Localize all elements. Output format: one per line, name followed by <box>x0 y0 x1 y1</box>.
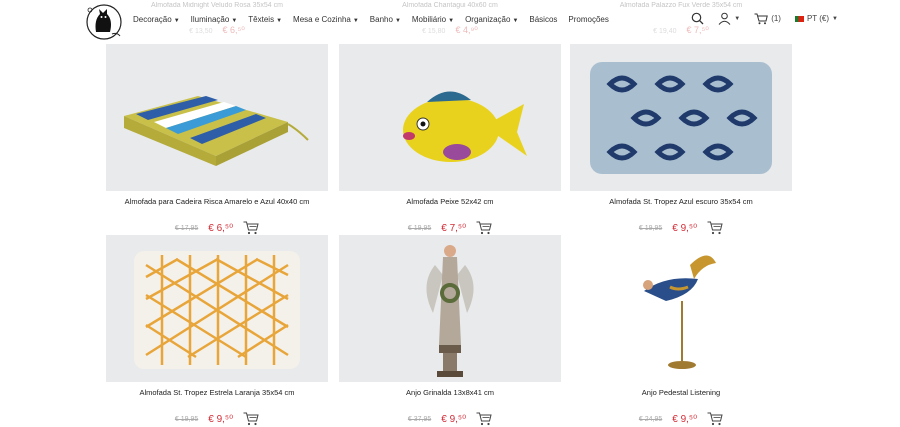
price: € 9,⁵⁰ <box>208 413 234 425</box>
product-price-row: € 24,95 € 9,⁵⁰ <box>570 412 792 426</box>
nav-banho[interactable]: Banho ▼ <box>370 15 401 24</box>
angel-pedestal-figure-icon <box>643 255 716 369</box>
product-price-row: € 19,95 € 7,⁵⁰ <box>339 221 561 235</box>
price: € 9,⁵⁰ <box>672 413 698 425</box>
nav-iluminacao[interactable]: Iluminação ▼ <box>191 15 238 24</box>
product-card[interactable]: Almofada St. Tropez Azul escuro 35x54 cm… <box>570 44 792 235</box>
add-to-cart-icon[interactable] <box>243 221 259 235</box>
product-image[interactable] <box>339 235 561 382</box>
header-tools: ▼ (1) PT (€) ▼ <box>691 12 838 25</box>
product-image[interactable] <box>106 44 328 191</box>
nav-label: Decoração <box>133 15 172 24</box>
product-price-row: € 19,95 € 9,⁵⁰ <box>570 221 792 235</box>
product-name[interactable]: Anjo Grinalda 13x8x41 cm <box>339 388 561 400</box>
product-card[interactable]: Almofada para Cadeira Risca Amarelo e Az… <box>106 44 328 235</box>
chevron-down-icon: ▼ <box>734 15 741 22</box>
nav-organizacao[interactable]: Organização ▼ <box>465 15 518 24</box>
product-image[interactable] <box>570 44 792 191</box>
caret-down-icon: ▼ <box>448 18 455 24</box>
caret-down-icon: ▼ <box>231 18 238 24</box>
site-header: Decoração ▼ Iluminação ▼ Têxteis ▼ Mesa e C… <box>0 0 900 42</box>
nav-label: Organização <box>465 15 511 24</box>
product-card[interactable]: Anjo Grinalda 13x8x41 cm € 37,95 € 9,⁵⁰ <box>339 235 561 426</box>
main-nav: Decoração ▼ Iluminação ▼ Têxteis ▼ Mesa e C… <box>133 15 609 24</box>
product-price-row: € 19,95 € 9,⁵⁰ <box>106 412 328 426</box>
add-to-cart-icon[interactable] <box>707 412 723 426</box>
search-button[interactable] <box>691 12 704 25</box>
chevron-down-icon: ▼ <box>832 15 838 22</box>
language-selector[interactable]: PT (€) ▼ <box>794 14 838 23</box>
add-to-cart-icon[interactable] <box>476 412 492 426</box>
nav-label: Banho <box>369 15 393 24</box>
old-price: € 19,95 <box>407 224 432 232</box>
nav-promocoes[interactable]: Promoções <box>568 15 608 24</box>
product-card[interactable]: Almofada Peixe 52x42 cm € 19,95 € 7,⁵⁰ <box>339 44 561 235</box>
old-price: € 24,95 <box>638 415 663 423</box>
product-price-row: € 37,95 € 9,⁵⁰ <box>339 412 561 426</box>
angel-wreath-figure-icon <box>426 245 474 377</box>
product-name[interactable]: Almofada para Cadeira Risca Amarelo e Az… <box>106 197 328 209</box>
nav-label: Mesa e Cozinha <box>293 15 351 24</box>
caret-down-icon: ▼ <box>512 18 519 24</box>
product-image[interactable] <box>339 44 561 191</box>
product-name[interactable]: Almofada St. Tropez Estrela Laranja 35x5… <box>106 388 328 400</box>
orange-star-cushion-icon <box>134 251 300 369</box>
price: € 7,⁵⁰ <box>441 222 467 234</box>
cat-logo-icon[interactable] <box>82 2 126 42</box>
language-label: PT (€) <box>806 14 830 23</box>
product-image[interactable] <box>570 235 792 382</box>
portugal-flag-icon <box>794 15 804 22</box>
caret-down-icon: ▼ <box>276 18 283 24</box>
nav-label: Têxteis <box>248 15 275 24</box>
yellow-blue-striped-cushion-icon <box>124 96 309 166</box>
product-card[interactable]: Almofada St. Tropez Estrela Laranja 35x5… <box>106 235 328 426</box>
nav-label: Iluminação <box>190 15 230 24</box>
product-name[interactable]: Almofada St. Tropez Azul escuro 35x54 cm <box>570 197 792 209</box>
add-to-cart-icon[interactable] <box>707 221 723 235</box>
nav-label: Mobiliário <box>411 15 447 24</box>
account-button[interactable]: ▼ <box>718 12 740 25</box>
product-name[interactable]: Almofada Peixe 52x42 cm <box>339 197 561 209</box>
product-card[interactable]: Anjo Pedestal Listening € 24,95 € 9,⁵⁰ <box>570 235 792 426</box>
search-icon <box>691 12 704 25</box>
nav-mobiliario[interactable]: Mobiliário ▼ <box>412 15 454 24</box>
nav-mesa-cozinha[interactable]: Mesa e Cozinha ▼ <box>293 15 359 24</box>
cart-icon <box>754 13 769 24</box>
product-name[interactable]: Anjo Pedestal Listening <box>570 388 792 400</box>
blue-pattern-cushion-icon <box>590 62 772 174</box>
caret-down-icon: ▼ <box>394 18 401 24</box>
nav-label: Básicos <box>529 15 558 24</box>
fish-cushion-icon <box>403 91 527 162</box>
nav-decoracao[interactable]: Decoração ▼ <box>133 15 180 24</box>
user-icon <box>718 12 731 25</box>
price: € 6,⁵⁰ <box>208 222 234 234</box>
add-to-cart-icon[interactable] <box>476 221 492 235</box>
price: € 9,⁵⁰ <box>672 222 698 234</box>
old-price: € 19,95 <box>638 224 663 232</box>
old-price: € 19,95 <box>174 415 199 423</box>
old-price: € 37,95 <box>407 415 432 423</box>
caret-down-icon: ▼ <box>173 18 180 24</box>
product-price-row: € 17,95 € 6,⁵⁰ <box>106 221 328 235</box>
add-to-cart-icon[interactable] <box>243 412 259 426</box>
nav-texteis[interactable]: Têxteis ▼ <box>248 15 282 24</box>
cart-button[interactable]: (1) <box>754 13 781 25</box>
old-price: € 17,95 <box>174 224 199 232</box>
caret-down-icon: ▼ <box>352 18 359 24</box>
nav-label: Promoções <box>568 15 609 24</box>
product-image[interactable] <box>106 235 328 382</box>
nav-basicos[interactable]: Básicos <box>529 15 557 24</box>
price: € 9,⁵⁰ <box>441 413 467 425</box>
cart-count: (1) <box>771 14 781 23</box>
